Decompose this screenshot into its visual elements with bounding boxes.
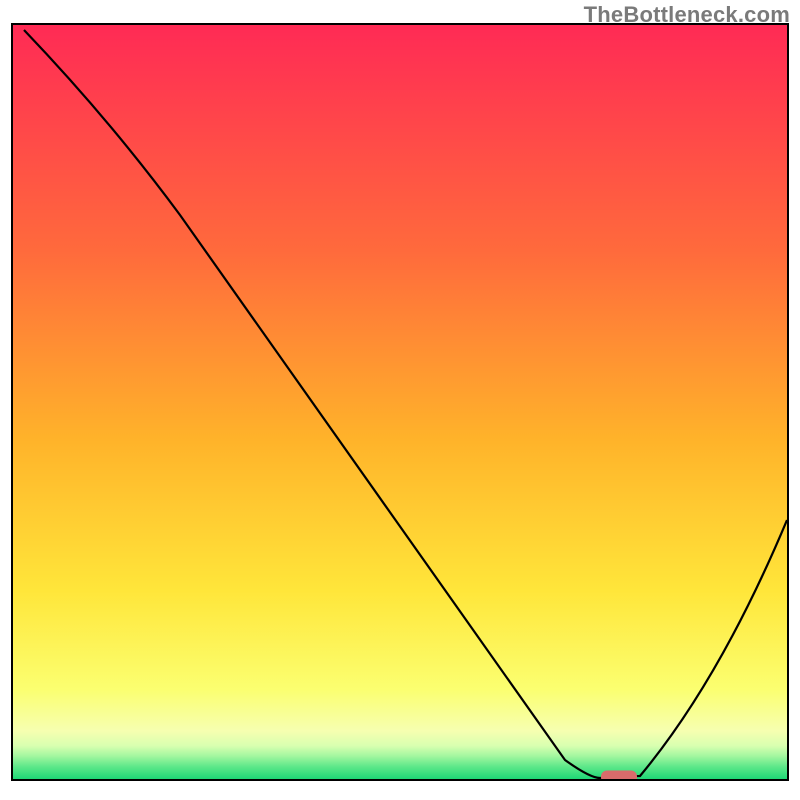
chart-svg (0, 0, 800, 800)
gradient-background (12, 24, 788, 780)
watermark-text: TheBottleneck.com (584, 2, 790, 28)
optimal-marker (601, 771, 637, 784)
chart-stage: TheBottleneck.com (0, 0, 800, 800)
